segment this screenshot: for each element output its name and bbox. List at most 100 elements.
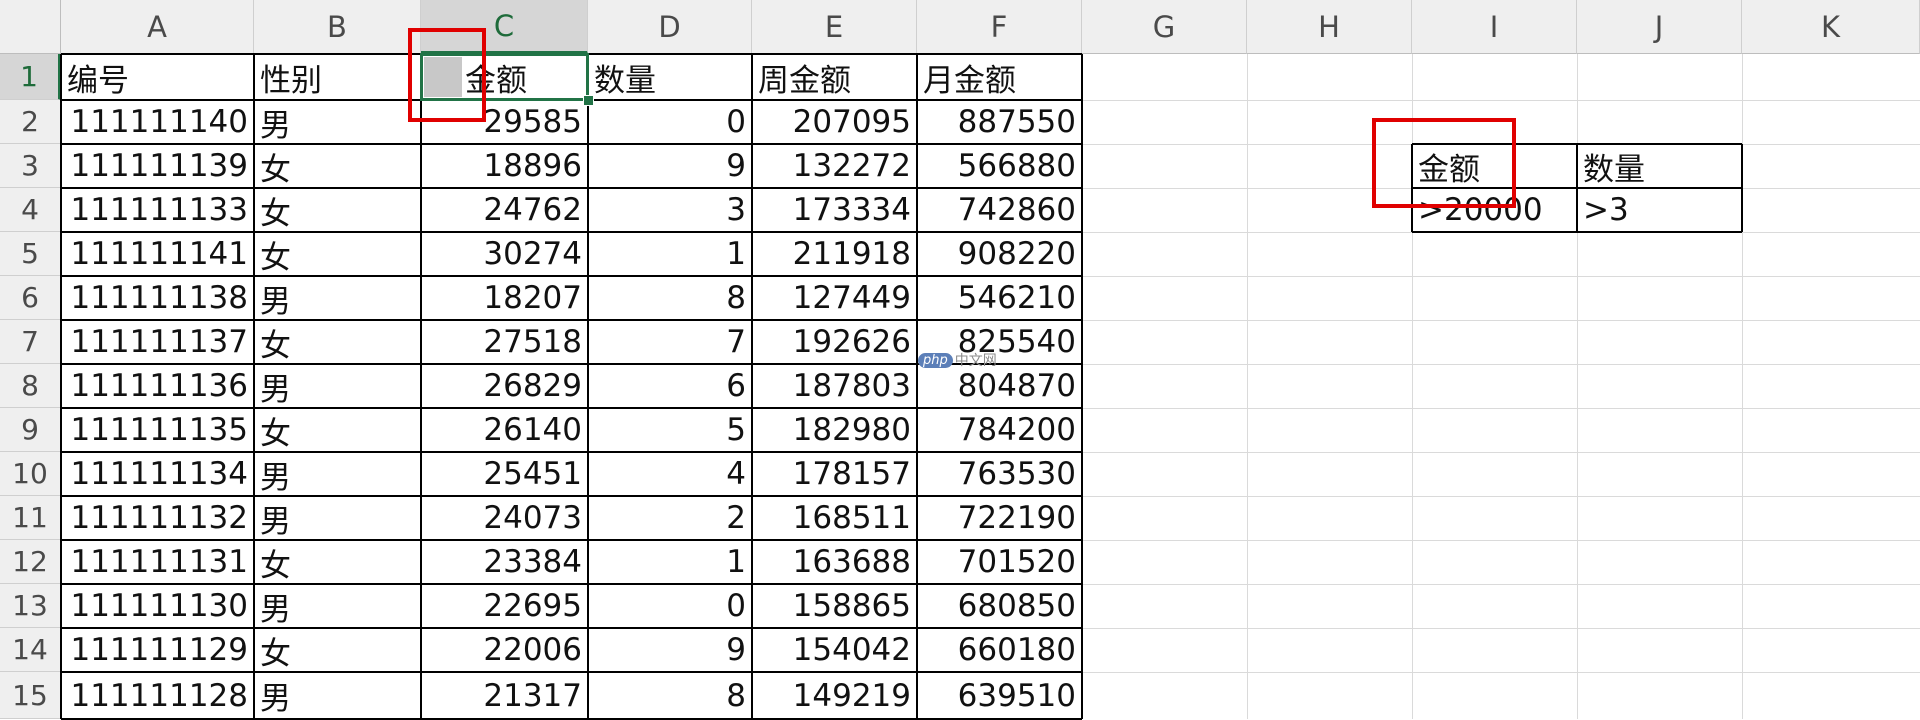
header-cell-5[interactable]: 周金额 (752, 54, 917, 100)
row-header-6[interactable]: 6 (0, 276, 61, 320)
data-cell[interactable]: 211918 (752, 232, 917, 276)
data-cell[interactable]: 30274 (421, 232, 588, 276)
row-header-8[interactable]: 8 (0, 364, 61, 408)
data-cell[interactable]: 8 (588, 276, 752, 320)
column-header-f[interactable]: F (917, 0, 1082, 54)
data-cell[interactable]: 22006 (421, 628, 588, 672)
data-cell[interactable]: 168511 (752, 496, 917, 540)
data-cell[interactable]: 0 (588, 100, 752, 144)
row-header-13[interactable]: 13 (0, 584, 61, 628)
data-cell[interactable]: 722190 (917, 496, 1082, 540)
data-cell[interactable]: 24762 (421, 188, 588, 232)
data-cell[interactable]: 660180 (917, 628, 1082, 672)
data-cell[interactable]: 1 (588, 232, 752, 276)
data-cell[interactable]: 男 (254, 672, 421, 719)
data-cell[interactable]: 男 (254, 364, 421, 408)
fill-handle[interactable] (583, 95, 594, 106)
row-header-10[interactable]: 10 (0, 452, 61, 496)
data-cell[interactable]: 18896 (421, 144, 588, 188)
data-cell[interactable]: 546210 (917, 276, 1082, 320)
data-cell[interactable]: 27518 (421, 320, 588, 364)
data-cell[interactable]: 111111129 (61, 628, 254, 672)
data-cell[interactable]: 111111137 (61, 320, 254, 364)
data-cell[interactable]: 25451 (421, 452, 588, 496)
data-cell[interactable]: 111111128 (61, 672, 254, 719)
data-cell[interactable]: 742860 (917, 188, 1082, 232)
select-all-corner[interactable] (0, 0, 61, 54)
data-cell[interactable]: 187803 (752, 364, 917, 408)
data-cell[interactable]: 908220 (917, 232, 1082, 276)
data-cell[interactable]: 男 (254, 100, 421, 144)
column-header-b[interactable]: B (254, 0, 421, 54)
data-cell[interactable]: 5 (588, 408, 752, 452)
data-cell[interactable]: 111111133 (61, 188, 254, 232)
data-cell[interactable]: 1 (588, 540, 752, 584)
data-cell[interactable]: 111111131 (61, 540, 254, 584)
data-cell[interactable]: 639510 (917, 672, 1082, 719)
data-cell[interactable]: 女 (254, 320, 421, 364)
header-cell-2[interactable]: 性别 (254, 54, 421, 100)
data-cell[interactable]: 887550 (917, 100, 1082, 144)
data-cell[interactable]: 207095 (752, 100, 917, 144)
data-cell[interactable]: 178157 (752, 452, 917, 496)
header-cell-1[interactable]: 编号 (61, 54, 254, 100)
data-cell[interactable]: 111111140 (61, 100, 254, 144)
row-header-5[interactable]: 5 (0, 232, 61, 276)
data-cell[interactable]: 132272 (752, 144, 917, 188)
data-cell[interactable]: 680850 (917, 584, 1082, 628)
data-cell[interactable]: 127449 (752, 276, 917, 320)
data-cell[interactable]: 女 (254, 540, 421, 584)
data-cell[interactable]: 女 (254, 144, 421, 188)
column-header-h[interactable]: H (1247, 0, 1412, 54)
data-cell[interactable]: 女 (254, 628, 421, 672)
data-cell[interactable]: 22695 (421, 584, 588, 628)
row-header-11[interactable]: 11 (0, 496, 61, 540)
data-cell[interactable]: 804870 (917, 364, 1082, 408)
row-header-14[interactable]: 14 (0, 628, 61, 672)
data-cell[interactable]: 566880 (917, 144, 1082, 188)
data-cell[interactable]: 111111134 (61, 452, 254, 496)
column-header-g[interactable]: G (1082, 0, 1247, 54)
data-cell[interactable]: 149219 (752, 672, 917, 719)
data-cell[interactable]: 111111141 (61, 232, 254, 276)
data-cell[interactable]: 158865 (752, 584, 917, 628)
column-header-j[interactable]: J (1577, 0, 1742, 54)
row-header-9[interactable]: 9 (0, 408, 61, 452)
data-cell[interactable]: 763530 (917, 452, 1082, 496)
data-cell[interactable]: 111111138 (61, 276, 254, 320)
data-cell[interactable]: 154042 (752, 628, 917, 672)
data-cell[interactable]: 6 (588, 364, 752, 408)
data-cell[interactable]: 192626 (752, 320, 917, 364)
data-cell[interactable]: 26140 (421, 408, 588, 452)
column-header-d[interactable]: D (588, 0, 752, 54)
data-cell[interactable]: 18207 (421, 276, 588, 320)
criteria-header-cell[interactable]: 数量 (1577, 144, 1742, 188)
data-cell[interactable]: 0 (588, 584, 752, 628)
data-cell[interactable]: 21317 (421, 672, 588, 719)
data-cell[interactable]: 男 (254, 276, 421, 320)
column-header-e[interactable]: E (752, 0, 917, 54)
data-cell[interactable]: 男 (254, 584, 421, 628)
row-header-15[interactable]: 15 (0, 672, 61, 719)
column-header-k[interactable]: K (1742, 0, 1920, 54)
row-header-3[interactable]: 3 (0, 144, 61, 188)
data-cell[interactable]: 26829 (421, 364, 588, 408)
data-cell[interactable]: 3 (588, 188, 752, 232)
data-cell[interactable]: 784200 (917, 408, 1082, 452)
data-cell[interactable]: 182980 (752, 408, 917, 452)
criteria-value-cell[interactable]: >3 (1577, 188, 1742, 232)
data-cell[interactable]: 4 (588, 452, 752, 496)
data-cell[interactable]: 111111136 (61, 364, 254, 408)
data-cell[interactable]: 163688 (752, 540, 917, 584)
data-cell[interactable]: 111111135 (61, 408, 254, 452)
data-cell[interactable]: 女 (254, 188, 421, 232)
data-cell[interactable]: 24073 (421, 496, 588, 540)
header-cell-6[interactable]: 月金额 (917, 54, 1082, 100)
data-cell[interactable]: 23384 (421, 540, 588, 584)
data-cell[interactable]: 111111130 (61, 584, 254, 628)
data-cell[interactable]: 女 (254, 232, 421, 276)
column-header-i[interactable]: I (1412, 0, 1577, 54)
row-header-2[interactable]: 2 (0, 100, 61, 144)
data-cell[interactable]: 173334 (752, 188, 917, 232)
data-cell[interactable]: 111111139 (61, 144, 254, 188)
